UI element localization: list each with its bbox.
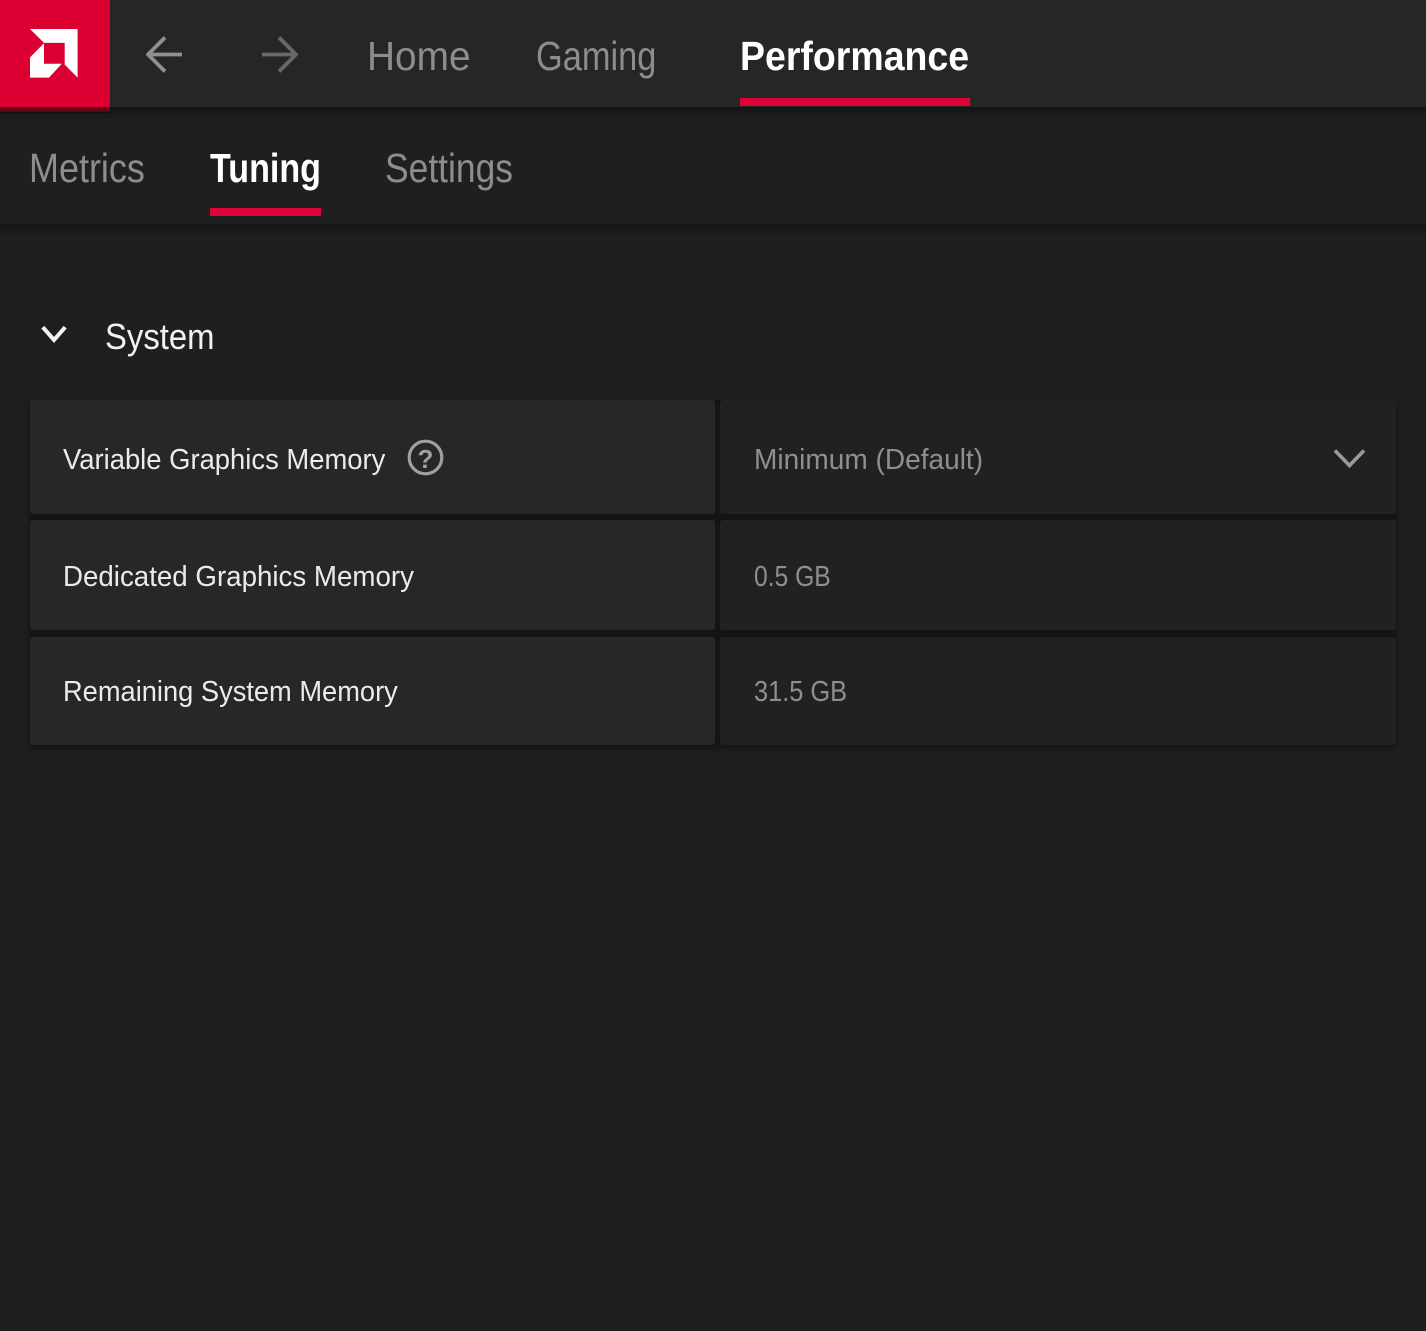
svg-text:?: ? <box>418 444 434 474</box>
